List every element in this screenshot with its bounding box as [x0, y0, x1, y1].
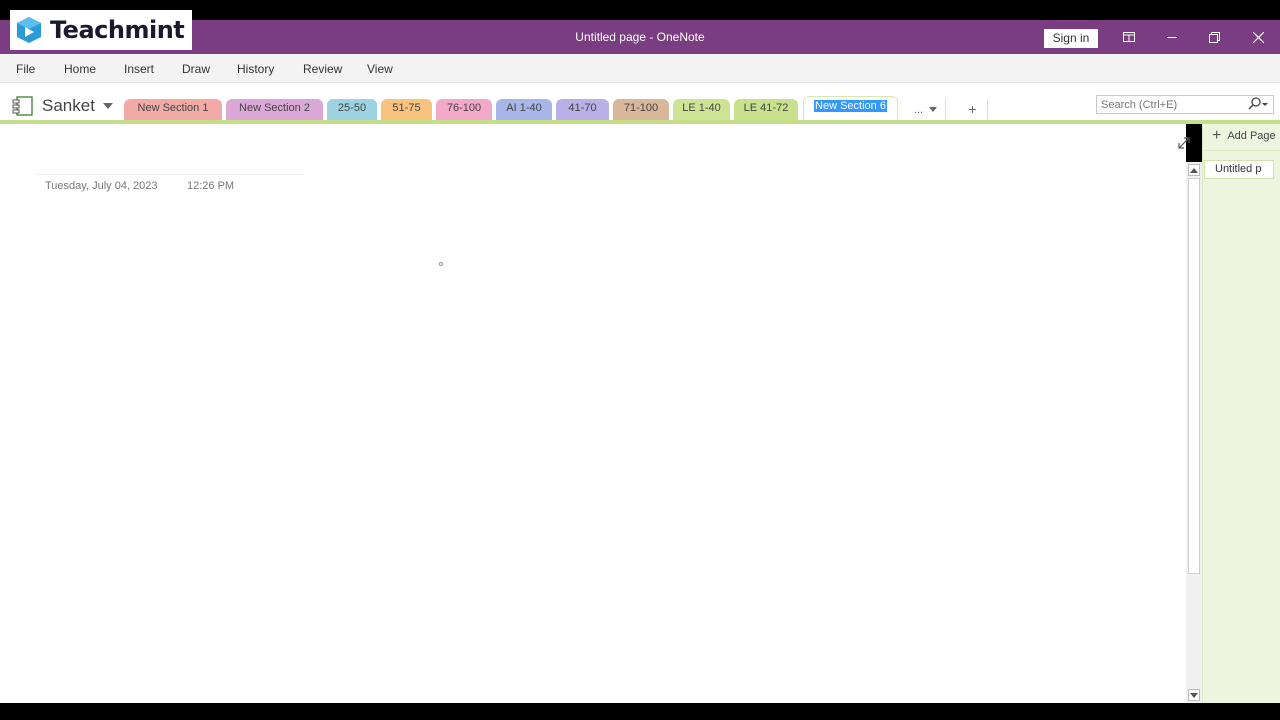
menu-file[interactable]: File	[16, 62, 35, 76]
top-letterbox	[0, 0, 1280, 20]
section-tab-active[interactable]: New Section 6	[803, 96, 898, 120]
section-tab-label: 71-100	[623, 102, 659, 114]
close-icon	[1253, 31, 1264, 43]
expand-icon	[1178, 137, 1190, 149]
section-tab[interactable]: LE 41-72	[734, 99, 798, 120]
menu-draw[interactable]: Draw	[182, 62, 210, 76]
notebook-name: Sanket	[42, 96, 95, 115]
section-tab-label: 76-100	[446, 102, 482, 114]
search-icon	[1248, 97, 1268, 110]
page-pane-divider	[1202, 150, 1280, 151]
plus-icon: +	[1212, 127, 1222, 144]
more-sections-button[interactable]: ...	[906, 99, 946, 120]
section-tab-bar: Sanket New Section 1 New Section 2 25-50…	[0, 83, 1280, 120]
menu-insert[interactable]: Insert	[124, 62, 154, 76]
section-tab[interactable]: 41-70	[556, 99, 609, 120]
section-tab-label: LE 41-72	[743, 102, 789, 114]
section-tab[interactable]: New Section 2	[226, 99, 323, 120]
section-tab-label: 41-70	[568, 102, 597, 114]
teachmint-logo-icon	[17, 17, 41, 43]
section-tab-label: New Section 1	[137, 102, 209, 114]
add-page-label: Add Page	[1227, 130, 1276, 142]
menu-review[interactable]: Review	[303, 62, 342, 76]
ribbon-display-options-button[interactable]	[1107, 20, 1150, 54]
scroll-down-button[interactable]	[1188, 689, 1200, 701]
section-tab[interactable]: 51-75	[381, 99, 432, 120]
add-page-button[interactable]: + Add Page	[1212, 127, 1276, 145]
full-page-view-button[interactable]	[1176, 135, 1192, 156]
add-section-button[interactable]: +	[958, 99, 988, 120]
vertical-scrollbar[interactable]	[1186, 162, 1202, 703]
menu-bar: File Home Insert Draw History Review Vie…	[0, 54, 1280, 83]
chevron-up-icon	[1190, 167, 1198, 173]
notebook-icon	[12, 96, 33, 116]
page-list-item[interactable]: Untitled p	[1204, 160, 1274, 179]
page-list-pane	[1202, 124, 1280, 703]
notebook-picker[interactable]: Sanket	[12, 95, 113, 117]
close-button[interactable]	[1237, 20, 1280, 54]
page-time: 12:26 PM	[187, 180, 235, 192]
section-tab[interactable]: 25-50	[327, 99, 377, 120]
section-tab[interactable]: 76-100	[436, 99, 492, 120]
section-tab[interactable]: 71-100	[613, 99, 669, 120]
section-tab[interactable]: LE 1-40	[673, 99, 730, 120]
section-tab-label: LE 1-40	[682, 102, 721, 114]
chevron-down-icon	[929, 107, 938, 112]
section-tab-label: AI 1-40	[506, 102, 542, 114]
menu-view[interactable]: View	[367, 62, 393, 76]
section-tab-label: New Section 2	[239, 102, 310, 114]
section-tab-label: 25-50	[337, 102, 367, 114]
sign-in-button[interactable]: Sign in	[1044, 29, 1098, 48]
chevron-down-icon	[1190, 692, 1198, 698]
menu-home[interactable]: Home	[64, 62, 96, 76]
title-bar: Untitled page - OneNote Sign in	[0, 20, 1280, 54]
page-date: Tuesday, July 04, 2023	[45, 180, 158, 192]
more-sections-label: ...	[913, 103, 924, 116]
chevron-down-icon	[102, 103, 113, 109]
ribbon-display-icon	[1122, 32, 1135, 42]
minimize-icon	[1166, 37, 1177, 38]
minimize-button[interactable]	[1150, 20, 1193, 54]
page-canvas[interactable]	[0, 124, 1186, 703]
teachmint-logo: Teachmint	[10, 10, 192, 50]
search-button[interactable]	[1248, 97, 1268, 115]
section-tab[interactable]: New Section 1	[124, 99, 222, 120]
section-tab-label: New Section 6	[814, 100, 887, 112]
section-tab-label: 51-75	[392, 102, 421, 114]
scroll-up-button[interactable]	[1188, 164, 1200, 176]
restore-icon	[1209, 31, 1220, 43]
mouse-cursor	[439, 262, 443, 266]
restore-button[interactable]	[1193, 20, 1236, 54]
section-tab[interactable]: AI 1-40	[496, 99, 552, 120]
title-underline	[36, 174, 304, 175]
menu-history[interactable]: History	[237, 62, 274, 76]
scrollbar-thumb[interactable]	[1188, 178, 1200, 574]
logo-text: Teachmint	[50, 16, 185, 44]
bottom-letterbox	[0, 703, 1280, 720]
